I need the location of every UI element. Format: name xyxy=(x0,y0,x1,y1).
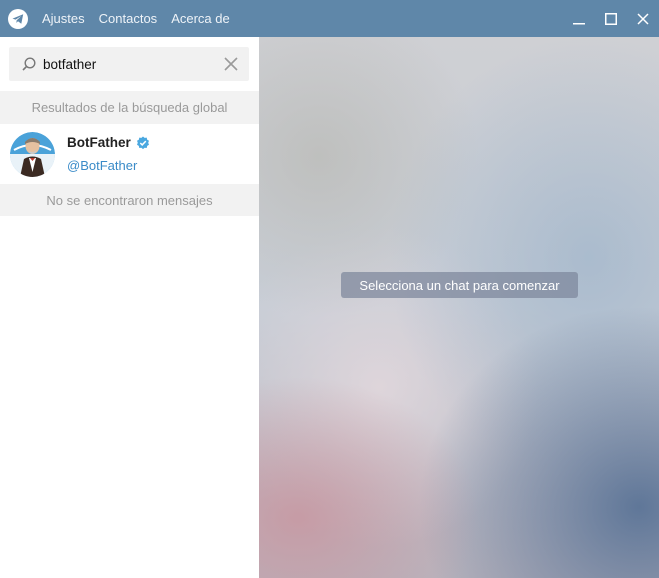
search-icon xyxy=(21,56,37,77)
close-icon xyxy=(637,12,649,25)
no-messages-notice: No se encontraron mensajes xyxy=(0,184,259,216)
close-button[interactable] xyxy=(627,0,659,37)
title-bar: Ajustes Contactos Acerca de xyxy=(0,0,659,37)
search-box[interactable] xyxy=(9,47,249,81)
select-chat-placeholder: Selecciona un chat para comenzar xyxy=(341,272,578,298)
result-name: BotFather xyxy=(67,135,131,150)
minimize-button[interactable] xyxy=(563,0,595,37)
result-handle: @BotFather xyxy=(67,158,138,173)
menu-contactos[interactable]: Contactos xyxy=(99,11,158,26)
chat-list-panel: Resultados de la búsqueda global BotFath… xyxy=(0,37,259,578)
search-container xyxy=(0,37,259,91)
verified-badge-icon xyxy=(136,136,150,150)
minimize-icon xyxy=(573,22,585,24)
global-search-header: Resultados de la búsqueda global xyxy=(0,91,259,124)
telegram-logo-icon[interactable] xyxy=(8,8,28,29)
result-text: BotFather @BotFather xyxy=(67,135,150,173)
window-controls xyxy=(563,0,659,37)
maximize-button[interactable] xyxy=(595,0,627,37)
search-input[interactable] xyxy=(43,56,213,72)
clear-icon[interactable] xyxy=(223,56,239,77)
search-result-botfather[interactable]: BotFather @BotFather xyxy=(0,124,259,184)
chat-placeholder-area: Selecciona un chat para comenzar xyxy=(259,37,659,578)
name-row: BotFather xyxy=(67,135,150,150)
maximize-icon xyxy=(605,12,617,25)
botfather-avatar xyxy=(10,131,55,177)
menu-acerca-de[interactable]: Acerca de xyxy=(171,11,230,26)
menu-ajustes[interactable]: Ajustes xyxy=(42,11,85,26)
